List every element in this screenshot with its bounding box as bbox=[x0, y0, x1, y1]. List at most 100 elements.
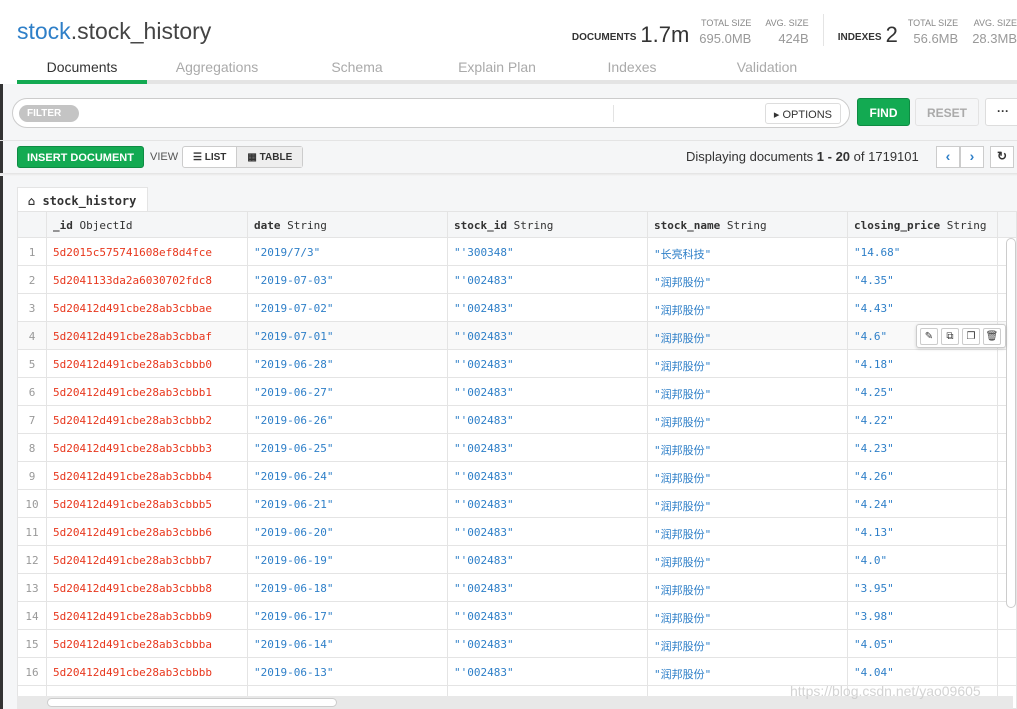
table-cell[interactable]: "2019-06-27" bbox=[248, 378, 448, 405]
table-cell[interactable]: "'002483" bbox=[448, 630, 648, 657]
table-cell[interactable]: "2019-06-28" bbox=[248, 350, 448, 377]
table-row[interactable]: 9 5d20412d491cbe28ab3cbbb4 "2019-06-24" "'0… bbox=[18, 462, 1016, 490]
column-header[interactable]: date String bbox=[248, 212, 448, 237]
table-cell[interactable]: 5d20412d491cbe28ab3cbbb4 bbox=[47, 462, 248, 489]
table-row[interactable]: 7 5d20412d491cbe28ab3cbbb2 "2019-06-26" "'0… bbox=[18, 406, 1016, 434]
table-row[interactable]: 13 5d20412d491cbe28ab3cbbb8 "2019-06-18" "'… bbox=[18, 574, 1016, 602]
table-cell[interactable]: "4.13" bbox=[848, 518, 998, 545]
column-header[interactable]: closing_price String bbox=[848, 212, 998, 237]
table-cell[interactable]: "4.22" bbox=[848, 406, 998, 433]
insert-document-button[interactable]: INSERT DOCUMENT bbox=[17, 146, 144, 168]
table-cell[interactable]: "4.05" bbox=[848, 630, 998, 657]
table-cell[interactable]: "14.68" bbox=[848, 238, 998, 265]
table-cell[interactable]: "'002483" bbox=[448, 658, 648, 685]
table-cell[interactable]: "润邦股份" bbox=[648, 294, 848, 321]
table-row[interactable]: 11 5d20412d491cbe28ab3cbbb6 "2019-06-20" "'… bbox=[18, 518, 1016, 546]
table-row[interactable]: 6 5d20412d491cbe28ab3cbbb1 "2019-06-27" "'0… bbox=[18, 378, 1016, 406]
table-row[interactable]: 14 5d20412d491cbe28ab3cbbb9 "2019-06-17" "'… bbox=[18, 602, 1016, 630]
database-link[interactable]: stock bbox=[17, 18, 71, 44]
table-cell[interactable]: "4.25" bbox=[848, 378, 998, 405]
table-row[interactable]: 16 5d20412d491cbe28ab3cbbbb "2019-06-13" "'… bbox=[18, 658, 1016, 686]
table-row[interactable]: 8 5d20412d491cbe28ab3cbbb3 "2019-06-25" "'0… bbox=[18, 434, 1016, 462]
table-cell[interactable]: "2019-07-01" bbox=[248, 322, 448, 349]
table-cell[interactable]: "4.24" bbox=[848, 490, 998, 517]
column-header[interactable]: _id ObjectId bbox=[47, 212, 248, 237]
table-cell[interactable]: "润邦股份" bbox=[648, 574, 848, 601]
table-cell[interactable]: "'002483" bbox=[448, 294, 648, 321]
table-cell[interactable]: 5d20412d491cbe28ab3cbbb1 bbox=[47, 378, 248, 405]
tab-explain-plan[interactable]: Explain Plan bbox=[427, 56, 567, 80]
table-cell[interactable]: 5d20412d491cbe28ab3cbbb6 bbox=[47, 518, 248, 545]
table-cell[interactable]: "2019-06-14" bbox=[248, 630, 448, 657]
table-cell[interactable]: "'002483" bbox=[448, 406, 648, 433]
list-view-button[interactable]: ☰ LIST bbox=[183, 147, 236, 167]
filter-input[interactable]: FILTER ▸ OPTIONS bbox=[12, 98, 850, 128]
table-cell[interactable]: "'002483" bbox=[448, 350, 648, 377]
table-cell[interactable]: 5d20412d491cbe28ab3cbbae bbox=[47, 294, 248, 321]
table-cell[interactable]: "润邦股份" bbox=[648, 322, 848, 349]
table-cell[interactable]: 5d20412d491cbe28ab3cbbb0 bbox=[47, 350, 248, 377]
table-cell[interactable]: "4.04" bbox=[848, 658, 998, 685]
table-cell[interactable]: 5d20412d491cbe28ab3cbbaf bbox=[47, 322, 248, 349]
table-row[interactable]: 15 5d20412d491cbe28ab3cbbba "2019-06-14" "'… bbox=[18, 630, 1016, 658]
table-cell[interactable]: "润邦股份" bbox=[648, 434, 848, 461]
chevron-right-icon[interactable]: › bbox=[960, 146, 984, 168]
table-cell[interactable]: 5d2015c575741608ef8d4fce bbox=[47, 238, 248, 265]
table-cell[interactable]: "'002483" bbox=[448, 490, 648, 517]
table-cell[interactable]: "润邦股份" bbox=[648, 546, 848, 573]
table-cell[interactable]: "2019-06-17" bbox=[248, 602, 448, 629]
table-cell[interactable]: "'002483" bbox=[448, 378, 648, 405]
vertical-scrollbar[interactable] bbox=[1006, 238, 1016, 608]
table-row[interactable]: 3 5d20412d491cbe28ab3cbbae "2019-07-02" "'0… bbox=[18, 294, 1016, 322]
table-row[interactable]: 2 5d2041133da2a6030702fdc8 "2019-07-03" "'0… bbox=[18, 266, 1016, 294]
table-cell[interactable]: "4.43" bbox=[848, 294, 998, 321]
table-view-button[interactable]: ▦ TABLE bbox=[236, 147, 303, 167]
table-cell[interactable]: "长亮科技" bbox=[648, 238, 848, 265]
table-cell[interactable]: "4.26" bbox=[848, 462, 998, 489]
table-cell[interactable]: 5d20412d491cbe28ab3cbbbb bbox=[47, 658, 248, 685]
table-cell[interactable]: "'002483" bbox=[448, 602, 648, 629]
tab-documents[interactable]: Documents bbox=[17, 56, 147, 84]
table-row[interactable]: 10 5d20412d491cbe28ab3cbbb5 "2019-06-21" "'… bbox=[18, 490, 1016, 518]
table-cell[interactable]: "'300348" bbox=[448, 238, 648, 265]
refresh-icon[interactable]: ↻ bbox=[990, 146, 1014, 168]
table-cell[interactable]: "4.23" bbox=[848, 434, 998, 461]
tab-indexes[interactable]: Indexes bbox=[567, 56, 697, 80]
table-cell[interactable]: 5d20412d491cbe28ab3cbbba bbox=[47, 630, 248, 657]
table-cell[interactable]: "2019-06-25" bbox=[248, 434, 448, 461]
table-cell[interactable]: "2019-06-24" bbox=[248, 462, 448, 489]
table-cell[interactable]: "2019-06-20" bbox=[248, 518, 448, 545]
chevron-left-icon[interactable]: ‹ bbox=[936, 146, 960, 168]
table-cell[interactable]: "润邦股份" bbox=[648, 490, 848, 517]
table-cell[interactable]: "2019-06-26" bbox=[248, 406, 448, 433]
table-cell[interactable]: "'002483" bbox=[448, 266, 648, 293]
table-cell[interactable]: "润邦股份" bbox=[648, 350, 848, 377]
table-cell[interactable]: "'002483" bbox=[448, 546, 648, 573]
table-row[interactable]: 5 5d20412d491cbe28ab3cbbb0 "2019-06-28" "'0… bbox=[18, 350, 1016, 378]
table-cell[interactable]: "润邦股份" bbox=[648, 378, 848, 405]
table-row[interactable]: 12 5d20412d491cbe28ab3cbbb7 "2019-06-19" "'… bbox=[18, 546, 1016, 574]
clone-icon[interactable]: ❐ bbox=[962, 328, 980, 345]
more-options-button[interactable]: ··· bbox=[985, 98, 1017, 126]
table-cell[interactable]: "润邦股份" bbox=[648, 658, 848, 685]
table-cell[interactable]: "润邦股份" bbox=[648, 518, 848, 545]
options-button[interactable]: ▸ OPTIONS bbox=[764, 103, 841, 124]
table-cell[interactable]: "'002483" bbox=[448, 518, 648, 545]
edit-icon[interactable]: ✎ bbox=[920, 328, 938, 345]
column-header[interactable]: stock_name String bbox=[648, 212, 848, 237]
reset-button[interactable]: RESET bbox=[915, 98, 979, 126]
horizontal-scrollbar[interactable] bbox=[47, 698, 337, 707]
tab-validation[interactable]: Validation bbox=[697, 56, 837, 80]
table-cell[interactable]: 5d20412d491cbe28ab3cbbb9 bbox=[47, 602, 248, 629]
table-cell[interactable]: "'002483" bbox=[448, 434, 648, 461]
table-cell[interactable]: "2019-06-13" bbox=[248, 658, 448, 685]
table-cell[interactable]: 5d20412d491cbe28ab3cbbb5 bbox=[47, 490, 248, 517]
table-cell[interactable]: "2019-06-19" bbox=[248, 546, 448, 573]
table-cell[interactable]: "2019-07-02" bbox=[248, 294, 448, 321]
tab-schema[interactable]: Schema bbox=[287, 56, 427, 80]
table-cell[interactable]: "润邦股份" bbox=[648, 462, 848, 489]
table-cell[interactable]: "'002483" bbox=[448, 322, 648, 349]
table-cell[interactable]: "4.35" bbox=[848, 266, 998, 293]
table-cell[interactable]: "2019-06-18" bbox=[248, 574, 448, 601]
tab-aggregations[interactable]: Aggregations bbox=[147, 56, 287, 80]
